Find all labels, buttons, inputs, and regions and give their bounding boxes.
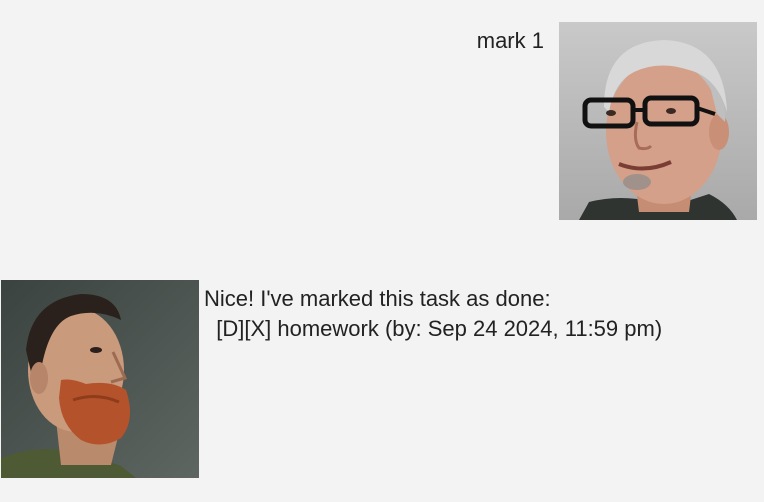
bot-avatar [1, 280, 199, 478]
user-portrait-icon [559, 22, 757, 220]
user-message-label: mark 1 [476, 28, 544, 53]
bot-portrait-icon [1, 280, 199, 478]
bot-message-label: Nice! I've marked this task as done: [D]… [204, 286, 663, 341]
user-avatar [559, 22, 757, 220]
